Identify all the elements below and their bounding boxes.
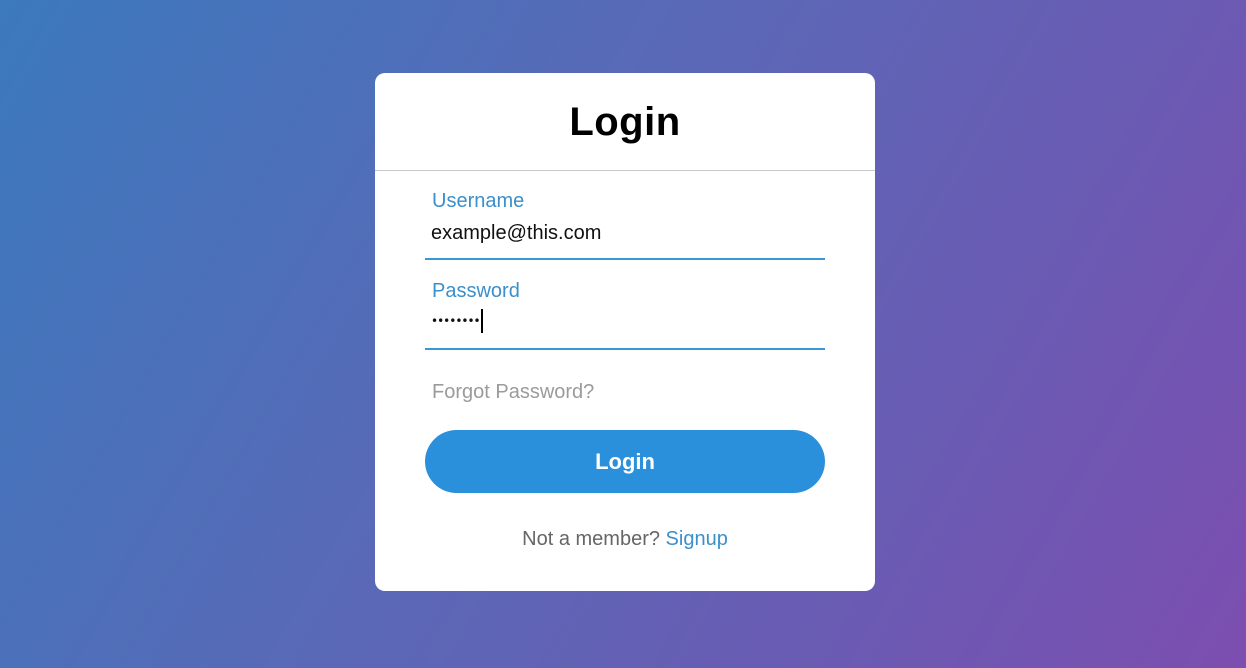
password-input[interactable]: •••••••• xyxy=(431,308,483,334)
login-button[interactable]: Login xyxy=(425,430,825,493)
password-label: Password xyxy=(432,280,520,302)
signup-row: Not a member? Signup xyxy=(375,528,875,551)
login-header: Login xyxy=(375,73,875,171)
password-field[interactable]: Password •••••••• xyxy=(425,262,825,350)
username-label: Username xyxy=(432,190,525,212)
signup-prompt: Not a member? xyxy=(522,528,666,550)
signup-link[interactable]: Signup xyxy=(666,528,728,550)
login-card: Login Username Password •••••••• Forgot … xyxy=(375,73,875,591)
text-caret xyxy=(480,309,483,333)
page-title: Login xyxy=(569,100,681,144)
password-mask: •••••••• xyxy=(431,314,481,328)
username-field[interactable]: Username xyxy=(425,172,825,260)
username-input[interactable] xyxy=(431,220,811,246)
forgot-password-link[interactable]: Forgot Password? xyxy=(432,381,594,404)
